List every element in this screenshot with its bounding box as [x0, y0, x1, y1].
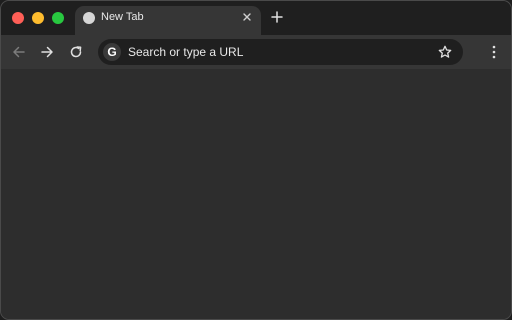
- toolbar: G Search or type a URL: [1, 35, 511, 69]
- title-bar: New Tab: [1, 1, 511, 35]
- plus-icon: [271, 11, 283, 23]
- tab-title: New Tab: [101, 11, 144, 23]
- new-tab-button[interactable]: [269, 9, 285, 25]
- forward-button[interactable]: [39, 44, 55, 60]
- browser-window: New Tab G Search or type a URL: [0, 0, 512, 320]
- minimize-window-button[interactable]: [32, 12, 44, 24]
- reload-icon: [70, 46, 82, 58]
- google-icon: G: [103, 43, 121, 61]
- address-bar[interactable]: G Search or type a URL: [98, 39, 463, 65]
- star-icon[interactable]: [437, 44, 453, 60]
- close-icon[interactable]: [241, 11, 253, 23]
- tab-new-tab[interactable]: New Tab: [75, 6, 261, 35]
- arrow-right-icon: [41, 46, 53, 58]
- address-bar-placeholder: Search or type a URL: [128, 45, 244, 59]
- reload-button[interactable]: [68, 44, 84, 60]
- page-content: [1, 69, 511, 319]
- arrow-left-icon: [13, 46, 25, 58]
- kebab-menu-icon[interactable]: [486, 44, 502, 60]
- close-window-button[interactable]: [12, 12, 24, 24]
- zoom-window-button[interactable]: [52, 12, 64, 24]
- back-button[interactable]: [11, 44, 27, 60]
- globe-icon: [83, 12, 95, 24]
